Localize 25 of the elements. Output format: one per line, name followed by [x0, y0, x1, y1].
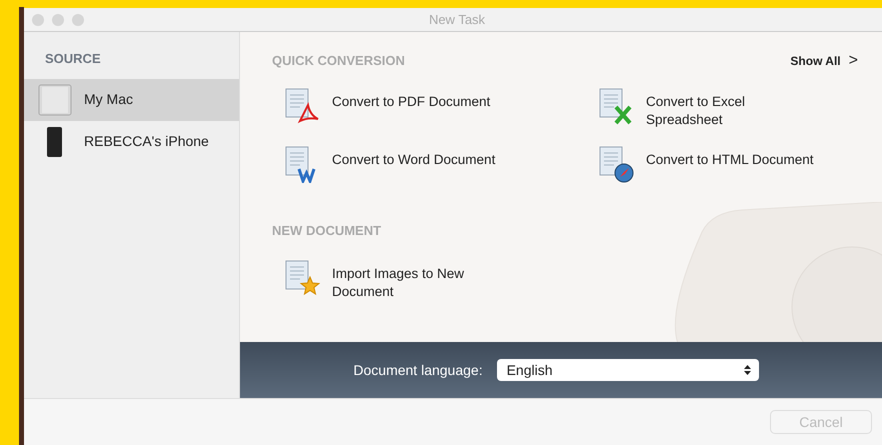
minimize-control[interactable] — [52, 14, 64, 26]
chevron-icon: > — [848, 49, 858, 73]
section-heading: QUICK CONVERSION — [272, 52, 405, 70]
section-heading: SOURCE — [44, 50, 102, 68]
conversion-option[interactable]: Convert to Excel Spreadsheet — [598, 93, 828, 129]
window-title: New Task — [428, 12, 486, 27]
language-value: English — [506, 360, 553, 380]
sidebar-item[interactable]: REBECCA's iPhone — [24, 120, 239, 162]
close-control[interactable] — [32, 14, 44, 26]
conversion-option[interactable]: Import Images to New Document — [284, 264, 598, 300]
computer-icon — [38, 84, 72, 116]
stepper-icon — [744, 364, 751, 376]
conversion-option[interactable]: Convert to HTML Document — [598, 151, 828, 183]
sidebar-item[interactable]: My Mac — [24, 78, 239, 120]
conversion-option[interactable]: Convert to PDF Document — [284, 93, 598, 129]
show-all-link[interactable]: Show All > — [790, 49, 858, 73]
zoom-control[interactable] — [72, 14, 84, 26]
language-select[interactable]: English — [496, 359, 759, 381]
language-label: Document language: — [353, 360, 483, 380]
compass-document-icon — [598, 145, 634, 183]
conversion-option[interactable]: Convert to Word Document — [284, 151, 598, 183]
spreadsheet-icon — [598, 87, 634, 125]
image-star-icon — [284, 258, 320, 296]
pdf-document-icon — [284, 87, 320, 125]
section-heading: NEW DOCUMENT — [272, 222, 382, 240]
